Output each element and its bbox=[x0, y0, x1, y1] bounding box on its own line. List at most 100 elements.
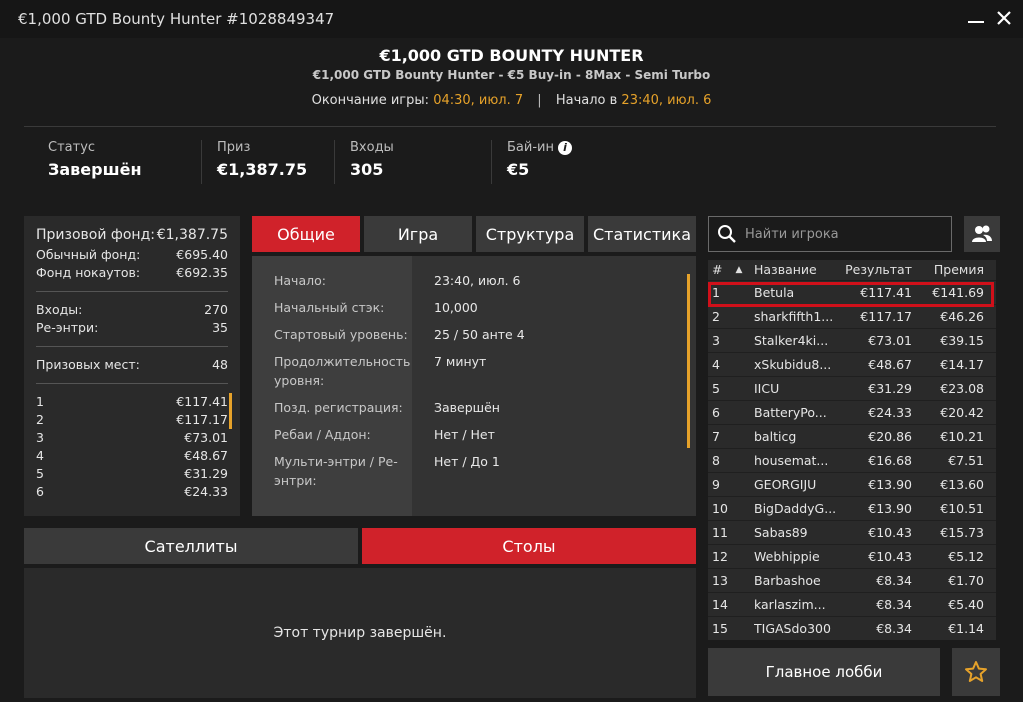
tab-tables[interactable]: Столы bbox=[362, 528, 696, 564]
tables-content: Этот турнир завершён. bbox=[24, 568, 696, 698]
payout-place: 3 bbox=[36, 430, 44, 445]
player-prize: €7.51 bbox=[948, 453, 984, 468]
player-prize: €13.60 bbox=[940, 477, 984, 492]
end-label: Окончание игры: bbox=[311, 93, 430, 108]
reentries-row: Ре-энтри: 35 bbox=[36, 319, 228, 337]
player-result: €48.67 bbox=[868, 357, 912, 372]
tab-structure[interactable]: Структура bbox=[476, 216, 584, 252]
table-row[interactable]: 7 balticg €20.86 €10.21 bbox=[708, 424, 996, 448]
knockout-fund-row: Фонд нокаутов: €692.35 bbox=[36, 264, 228, 282]
player-result: €10.43 bbox=[868, 549, 912, 564]
player-rank: 4 bbox=[712, 357, 720, 372]
payout-scrollbar[interactable] bbox=[229, 393, 232, 429]
player-name: Betula bbox=[754, 285, 795, 300]
payout-amount: €31.29 bbox=[184, 466, 228, 481]
player-prize: €10.21 bbox=[940, 429, 984, 444]
player-name: BigDaddyG... bbox=[754, 501, 836, 516]
favorite-button[interactable] bbox=[952, 648, 1000, 696]
info-tabs: Общие Игра Структура Статистика bbox=[252, 216, 696, 252]
search-input[interactable] bbox=[745, 226, 951, 242]
minimize-button[interactable] bbox=[962, 4, 990, 32]
col-result[interactable]: Результат bbox=[836, 260, 912, 280]
info-icon[interactable]: i bbox=[557, 141, 572, 155]
panel-divider bbox=[36, 383, 228, 384]
player-result: €117.17 bbox=[860, 309, 912, 324]
table-row[interactable]: 5 IICU €31.29 €23.08 bbox=[708, 376, 996, 400]
table-row[interactable]: 8 housemat... €16.68 €7.51 bbox=[708, 448, 996, 472]
reentries-value: 35 bbox=[212, 320, 228, 335]
tab-game[interactable]: Игра bbox=[364, 216, 472, 252]
player-prize: €5.12 bbox=[948, 549, 984, 564]
payout-row: 4 €48.67 bbox=[36, 447, 228, 465]
table-row[interactable]: 9 GEORGIJU €13.90 €13.60 bbox=[708, 472, 996, 496]
payout-row: 5 €31.29 bbox=[36, 465, 228, 483]
stat-entries-value: 305 bbox=[350, 160, 384, 179]
player-rank: 15 bbox=[712, 621, 728, 636]
payout-place: 6 bbox=[36, 484, 44, 499]
stat-divider bbox=[491, 140, 492, 184]
col-prize[interactable]: Премия bbox=[912, 260, 988, 280]
prize-pool-value: €1,387.75 bbox=[156, 227, 228, 243]
knockout-fund-label: Фонд нокаутов: bbox=[36, 265, 141, 280]
table-row[interactable]: 10 BigDaddyG... €13.90 €10.51 bbox=[708, 496, 996, 520]
payout-amount: €117.17 bbox=[176, 412, 228, 427]
start-value: 23:40, июл. 6 bbox=[621, 93, 712, 108]
tab-satellites[interactable]: Сателлиты bbox=[24, 528, 358, 564]
player-rank: 9 bbox=[712, 477, 720, 492]
player-rank: 10 bbox=[712, 501, 728, 516]
table-row[interactable]: 6 BatteryPo... €24.33 €20.42 bbox=[708, 400, 996, 424]
table-row[interactable]: 2 sharkfifth1... €117.17 €46.26 bbox=[708, 304, 996, 328]
table-row[interactable]: 14 karlaszim... €8.34 €5.40 bbox=[708, 592, 996, 616]
player-result: €8.34 bbox=[876, 597, 912, 612]
player-name: sharkfifth1... bbox=[754, 309, 834, 324]
player-result: €24.33 bbox=[868, 405, 912, 420]
table-row[interactable]: 1 Betula €117.41 €141.69 bbox=[708, 280, 996, 304]
player-name: balticg bbox=[754, 429, 797, 444]
table-row[interactable]: 3 Stalker4ki... €73.01 €39.15 bbox=[708, 328, 996, 352]
table-row[interactable]: 15 TIGASdo300 €8.34 €1.14 bbox=[708, 616, 996, 640]
player-prize: €20.42 bbox=[940, 405, 984, 420]
player-name: xSkubidu8... bbox=[754, 357, 832, 372]
table-row[interactable]: 4 xSkubidu8... €48.67 €14.17 bbox=[708, 352, 996, 376]
player-result: €117.41 bbox=[860, 285, 912, 300]
main-lobby-button[interactable]: Главное лобби bbox=[708, 648, 940, 696]
detail-value: Завершён bbox=[434, 400, 500, 415]
table-row[interactable]: 12 Webhippie €10.43 €5.12 bbox=[708, 544, 996, 568]
sort-arrow-icon[interactable]: ▲ bbox=[724, 260, 754, 280]
player-name: Barbashoe bbox=[754, 573, 821, 588]
tab-statistics[interactable]: Статистика bbox=[588, 216, 696, 252]
player-prize: €1.70 bbox=[948, 573, 984, 588]
player-prize: €46.26 bbox=[940, 309, 984, 324]
prize-places-label: Призовых мест: bbox=[36, 357, 140, 372]
player-prize: €5.40 bbox=[948, 597, 984, 612]
player-result: €20.86 bbox=[868, 429, 912, 444]
col-name[interactable]: Название bbox=[754, 260, 836, 280]
tournament-subtitle: €1,000 GTD Bounty Hunter - €5 Buy-in - 8… bbox=[312, 68, 711, 82]
player-result: €13.90 bbox=[868, 477, 912, 492]
players-button[interactable] bbox=[964, 216, 1000, 252]
tournament-header: €1,000 GTD BOUNTY HUNTER €1,000 GTD Boun… bbox=[0, 38, 1023, 123]
player-rank: 14 bbox=[712, 597, 728, 612]
entries-value: 270 bbox=[204, 302, 228, 317]
stat-prize-value: €1,387.75 bbox=[217, 160, 308, 179]
prize-places-value: 48 bbox=[212, 357, 228, 372]
table-body: 1 Betula €117.41 €141.69 2 sharkfifth1... €117… bbox=[708, 280, 996, 640]
tab-general[interactable]: Общие bbox=[252, 216, 360, 252]
close-button[interactable] bbox=[990, 4, 1018, 32]
detail-value: 10,000 bbox=[434, 300, 478, 315]
payout-list[interactable]: 1 €117.41 2 €117.17 3 €73.01 4 €48.67 5 €31.2… bbox=[36, 393, 232, 501]
player-rank: 1 bbox=[712, 285, 720, 300]
table-row[interactable]: 11 Sabas89 €10.43 €15.73 bbox=[708, 520, 996, 544]
details-scrollbar[interactable] bbox=[687, 274, 690, 448]
stat-divider bbox=[334, 140, 335, 184]
player-name: Sabas89 bbox=[754, 525, 808, 540]
start-label: Начало в bbox=[555, 93, 618, 108]
table-row[interactable]: 13 Barbashoe €8.34 €1.70 bbox=[708, 568, 996, 592]
stat-prize-label: Приз bbox=[217, 140, 251, 155]
col-num[interactable]: # bbox=[708, 260, 724, 280]
